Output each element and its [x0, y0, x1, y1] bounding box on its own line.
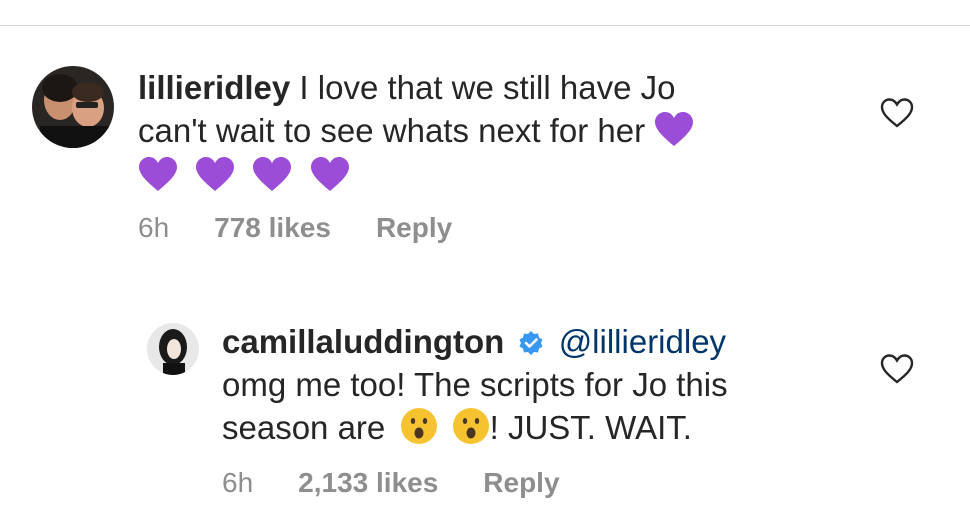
purple-heart-icon	[655, 112, 694, 146]
purple-heart-icon	[253, 157, 292, 191]
timestamp: 6h	[222, 467, 254, 498]
heart-outline-icon[interactable]	[880, 354, 914, 384]
comment-meta: 6h 2,133 likes Reply	[222, 467, 560, 499]
likes-count[interactable]: 778 likes	[214, 212, 331, 244]
mention-link[interactable]: @lillieridley	[559, 323, 726, 360]
purple-heart-icon	[310, 157, 349, 191]
top-divider	[0, 25, 970, 26]
likes-count[interactable]: 2,133 likes	[298, 467, 438, 499]
username[interactable]: camillaluddington	[222, 323, 504, 360]
heart-outline-icon[interactable]	[880, 98, 914, 128]
username[interactable]: lillieridley	[138, 69, 290, 106]
comment-text-line-2: can't wait to see whats next for her	[138, 112, 646, 149]
avatar-camillaluddington[interactable]	[147, 323, 199, 375]
comment-text-line-2-post: ! JUST. WAIT.	[489, 409, 692, 446]
avatar-photo	[32, 66, 114, 148]
comment-body: camillaluddington @lillieridley omg me t…	[222, 320, 862, 449]
comment-body: lillieridley I love that we still have J…	[138, 66, 838, 197]
comment-text-line-1: I love that we still have Jo	[299, 69, 676, 106]
hushed-face-icon	[401, 408, 438, 444]
reply-button[interactable]: Reply	[483, 467, 559, 499]
comment-meta: 6h 778 likes Reply	[138, 212, 452, 244]
avatar-lillieridley[interactable]	[32, 66, 114, 148]
purple-heart-icon	[139, 157, 177, 191]
timestamp: 6h	[138, 212, 170, 243]
purple-heart-icon	[196, 157, 235, 191]
reply-button[interactable]: Reply	[376, 212, 452, 244]
avatar-photo	[147, 323, 199, 375]
verified-badge-icon	[519, 331, 543, 355]
comment-text-line-2-pre: season are	[222, 409, 386, 446]
hushed-face-icon	[452, 408, 489, 444]
comment-text-line-1: omg me too! The scripts for Jo this	[222, 366, 728, 403]
